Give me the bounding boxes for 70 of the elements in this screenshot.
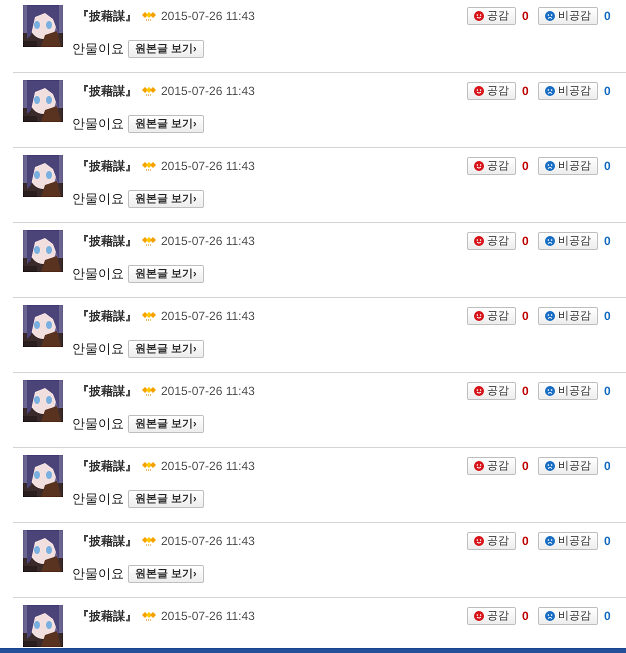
view-original-button[interactable]: 원본글 보기›	[128, 265, 204, 283]
like-count: 0	[521, 308, 530, 325]
author-name: 『披藉謀』	[77, 308, 137, 325]
comment-date: 2015-07-26 11:43	[161, 608, 255, 625]
like-count: 0	[521, 608, 530, 625]
view-original-button[interactable]: 원본글 보기›	[128, 415, 204, 433]
dislike-button[interactable]: 비공감	[538, 607, 598, 625]
like-count: 0	[521, 158, 530, 175]
author-name: 『披藉謀』	[77, 83, 137, 100]
dislike-button[interactable]: 비공감	[538, 457, 598, 475]
like-button[interactable]: 공감	[467, 232, 516, 250]
dislike-count: 0	[603, 308, 612, 325]
like-count: 0	[521, 233, 530, 250]
view-original-button[interactable]: 원본글 보기›	[128, 490, 204, 508]
view-original-button[interactable]: 원본글 보기›	[128, 565, 204, 583]
author-name: 『披藉謀』	[77, 608, 137, 625]
dislike-button[interactable]: 비공감	[538, 7, 598, 25]
like-count: 0	[521, 458, 530, 475]
author-name: 『披藉謀』	[77, 458, 137, 475]
like-button[interactable]: 공감	[467, 82, 516, 100]
dislike-count: 0	[603, 458, 612, 475]
comment-text: 안물이요	[72, 415, 124, 434]
comment-date: 2015-07-26 11:43	[161, 308, 255, 325]
comment-text: 안물이요	[72, 265, 124, 284]
author-name: 『披藉謀』	[77, 533, 137, 550]
comment-date: 2015-07-26 11:43	[161, 83, 255, 100]
like-button[interactable]: 공감	[467, 157, 516, 175]
dislike-count: 0	[603, 83, 612, 100]
view-original-button[interactable]: 원본글 보기›	[128, 340, 204, 358]
dislike-count: 0	[603, 8, 612, 25]
author-name: 『披藉謀』	[77, 383, 137, 400]
dislike-count: 0	[603, 158, 612, 175]
comment-text: 안물이요	[72, 40, 124, 58]
author-name: 『披藉謀』	[77, 233, 137, 250]
like-count: 0	[521, 383, 530, 400]
comment-text: 안물이요	[72, 115, 124, 134]
like-button[interactable]: 공감	[467, 307, 516, 325]
view-original-button[interactable]: 원본글 보기›	[128, 40, 204, 58]
like-button[interactable]: 공감	[467, 532, 516, 550]
dislike-button[interactable]: 비공감	[538, 532, 598, 550]
view-original-button[interactable]: 원본글 보기›	[128, 190, 204, 208]
comment-text: 안물이요	[72, 340, 124, 358]
comment-date: 2015-07-26 11:43	[161, 533, 255, 550]
view-original-button[interactable]: 원본글 보기›	[128, 115, 204, 133]
like-count: 0	[521, 8, 530, 25]
dislike-button[interactable]: 비공감	[538, 307, 598, 325]
dislike-button[interactable]: 비공감	[538, 232, 598, 250]
like-count: 0	[521, 83, 530, 100]
comment-text: 안물이요	[72, 490, 124, 508]
dislike-count: 0	[603, 608, 612, 625]
like-button[interactable]: 공감	[467, 457, 516, 475]
like-count: 0	[521, 533, 530, 550]
like-button[interactable]: 공감	[467, 7, 516, 25]
dislike-count: 0	[603, 533, 612, 550]
comment-date: 2015-07-26 11:43	[161, 458, 255, 475]
comment-text: 안물이요	[72, 565, 124, 584]
comment-date: 2015-07-26 11:43	[161, 233, 255, 250]
like-button[interactable]: 공감	[467, 607, 516, 625]
dislike-button[interactable]: 비공감	[538, 382, 598, 400]
comment-date: 2015-07-26 11:43	[161, 383, 255, 400]
dislike-button[interactable]: 비공감	[538, 157, 598, 175]
comment-date: 2015-07-26 11:43	[161, 8, 255, 25]
like-button[interactable]: 공감	[467, 382, 516, 400]
dislike-button[interactable]: 비공감	[538, 82, 598, 100]
dislike-count: 0	[603, 383, 612, 400]
author-name: 『披藉謀』	[77, 8, 137, 25]
author-name: 『披藉謀』	[77, 158, 137, 175]
comment-text: 안물이요	[72, 190, 124, 208]
dislike-count: 0	[603, 233, 612, 250]
comment-date: 2015-07-26 11:43	[161, 158, 255, 175]
